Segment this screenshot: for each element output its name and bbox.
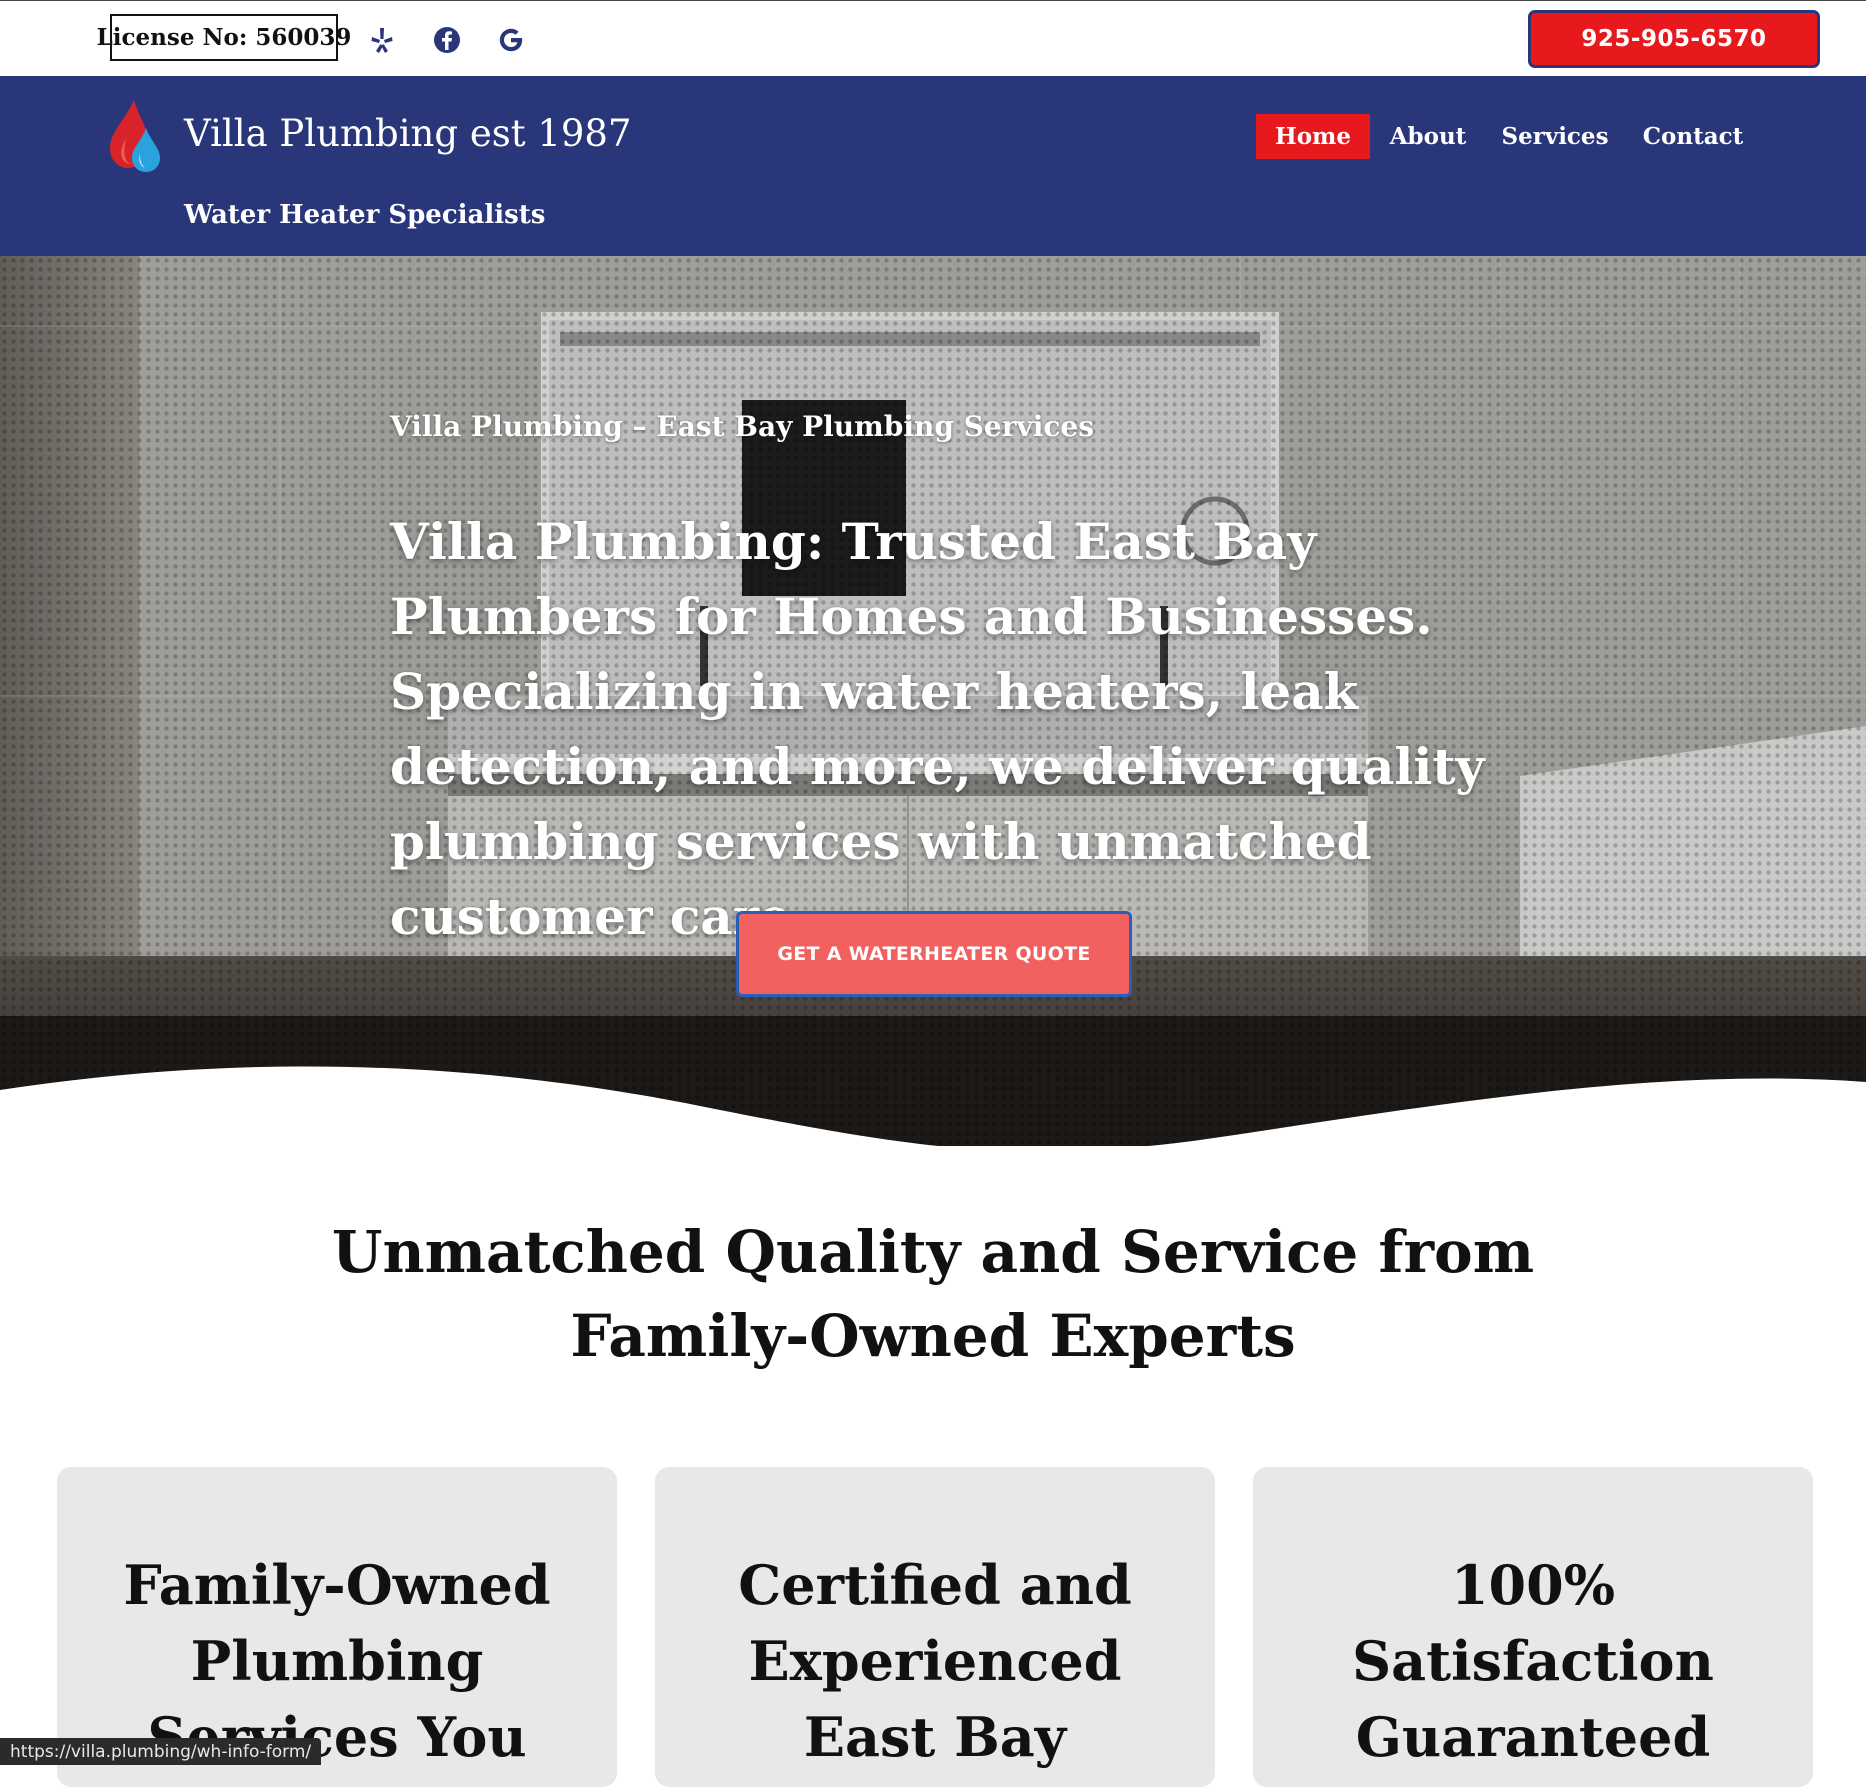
feature-card-title: 100% Satisfaction Guaranteed [1352,1553,1714,1769]
water-drop-logo-icon[interactable] [108,98,164,174]
hero-section: Villa Plumbing – East Bay Plumbing Servi… [0,256,1866,1146]
yelp-icon[interactable] [367,25,397,55]
nav-home[interactable]: Home [1256,114,1370,159]
hero-wave-divider [0,1066,1866,1146]
license-number: License No: 560039 [97,14,351,61]
features-heading: Unmatched Quality and Service from Famil… [331,1218,1535,1370]
phone-call-button[interactable]: 925-905-6570 [1528,10,1820,68]
feature-card-title: Certified and Experienced East Bay [738,1553,1132,1769]
site-title[interactable]: Villa Plumbing est 1987 [184,112,632,155]
nav-about[interactable]: About [1384,114,1472,159]
top-utility-bar: License No: 560039 925-905-6570 [0,0,1866,76]
feature-card-satisfaction: 100% Satisfaction Guaranteed [1253,1467,1813,1787]
google-icon[interactable] [496,25,526,55]
browser-status-url: https://villa.plumbing/wh-info-form/ [0,1738,322,1765]
nav-services[interactable]: Services [1500,114,1610,159]
feature-card-certified: Certified and Experienced East Bay [655,1467,1215,1787]
facebook-icon[interactable] [432,25,462,55]
nav-contact[interactable]: Contact [1638,114,1748,159]
site-header: Villa Plumbing est 1987 Water Heater Spe… [0,76,1866,256]
site-tagline: Water Heater Specialists [184,200,546,230]
